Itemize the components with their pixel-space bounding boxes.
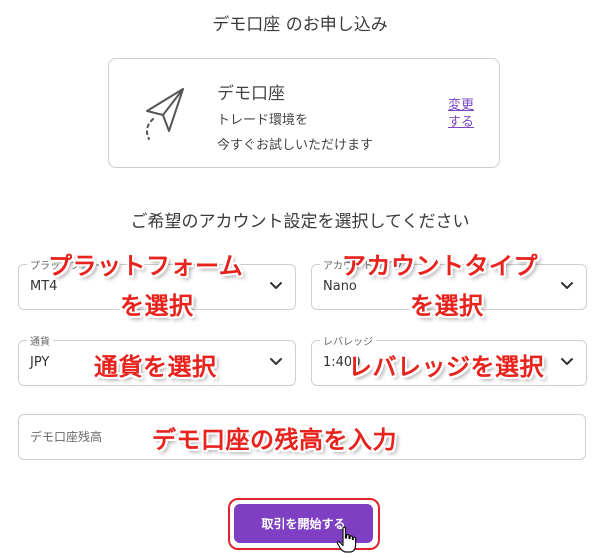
annotation-platform-line1: プラットフォーム (48, 252, 244, 280)
demo-account-card: デモ口座 トレード環境を 今すぐお試しいただけます 変更する (108, 58, 500, 168)
leverage-label: レバレッジ (320, 333, 376, 348)
chevron-down-icon (270, 358, 282, 365)
annotation-balance: デモ口座の残高を入力 (152, 426, 397, 454)
platform-value: MT4 (30, 279, 58, 294)
hand-cursor-icon (336, 526, 357, 553)
annotation-platform-line2: を選択 (120, 292, 194, 320)
annotation-currency: 通貨を選択 (94, 353, 217, 381)
currency-label: 通貨 (27, 333, 53, 348)
card-title: デモ口座 (217, 84, 285, 104)
card-description-line1: トレード環境を (217, 113, 309, 128)
account-type-value: Nano (323, 279, 357, 294)
paper-plane-icon (145, 88, 184, 140)
card-description-line2: 今すぐお試しいただけます (217, 138, 374, 153)
chevron-down-icon (561, 282, 573, 289)
currency-value: JPY (30, 355, 50, 370)
annotation-account-type-line1: アカウントタイプ (342, 252, 538, 280)
annotation-leverage: レバレッジを選択 (348, 353, 544, 381)
page-title: デモ口座 のお申し込み (212, 15, 388, 35)
chevron-down-icon (270, 282, 282, 289)
section-heading: ご希望のアカウント設定を選択してください (130, 212, 470, 232)
annotation-account-type-line2: を選択 (410, 292, 484, 320)
chevron-down-icon (561, 358, 573, 365)
change-link[interactable]: 変更する (445, 97, 477, 131)
